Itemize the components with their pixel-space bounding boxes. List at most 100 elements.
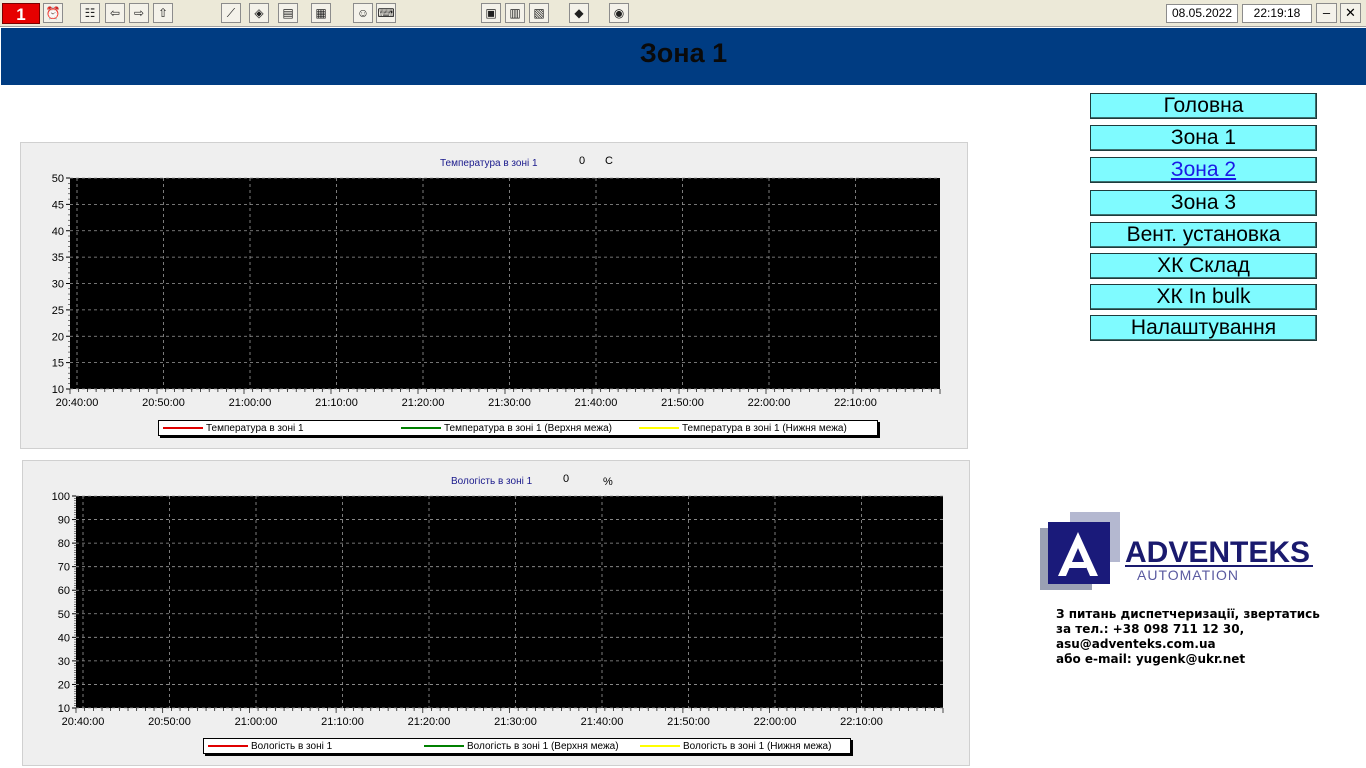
y-tick-label: 70	[58, 562, 70, 574]
arrow-left-icon[interactable]: ⇦	[105, 3, 125, 23]
humidity-chart-panel: Вологість в зоні 1 0 % 100 90 80 70 60 50 40 30…	[22, 460, 970, 766]
legend-swatch	[401, 427, 441, 430]
toolbar: 1 ⏰ ☷ ⇦ ⇨ ⇧ ⟋ ◈ ▤ ▦ ☺ ⌨ ▣ ▥ ▧ ◆ ◉ 08.05.…	[0, 0, 1366, 27]
nav-button-zone-3[interactable]: Зона 3	[1090, 190, 1317, 216]
legend-label: Вологість в зоні 1	[251, 741, 333, 752]
x-tick-label: 21:40:00	[581, 716, 624, 728]
arrow-up-icon[interactable]: ⇧	[153, 3, 173, 23]
nav-button-cold-storage[interactable]: ХК Склад	[1090, 253, 1317, 279]
book-icon[interactable]: ◉	[609, 3, 629, 23]
legend-swatch	[640, 745, 680, 748]
nav-button-settings[interactable]: Налаштування	[1090, 315, 1317, 341]
screen3-icon[interactable]: ▧	[529, 3, 549, 23]
minimize-button[interactable]: –	[1316, 3, 1337, 23]
logo-brand: ADVENTEKS	[1125, 536, 1310, 569]
legend-label: Температура в зоні 1 (Верхня межа)	[444, 423, 612, 434]
page-title: Зона 1	[639, 38, 728, 68]
x-tick-label: 21:00:00	[229, 397, 272, 409]
y-tick-label: 30	[52, 279, 64, 291]
adventeks-logo: ADVENTEKS AUTOMATION	[1040, 512, 1313, 590]
legend-label: Вологість в зоні 1 (Верхня межа)	[467, 741, 619, 752]
nav-button-ventilation[interactable]: Вент. установка	[1090, 222, 1317, 248]
legend-item: Вологість в зоні 1 (Нижня межа)	[640, 740, 831, 753]
y-tick-label: 35	[52, 252, 64, 264]
x-tick-label: 20:40:00	[56, 397, 99, 409]
x-tick-label: 22:10:00	[840, 716, 883, 728]
alarm-clock-icon[interactable]: ⏰	[43, 3, 63, 23]
y-tick-label: 20	[52, 331, 64, 343]
legend-swatch	[424, 745, 464, 748]
temperature-legend: Температура в зоні 1 Температура в зоні …	[158, 420, 878, 436]
temperature-chart-panel: Температура в зоні 1 0 C 50 45 40 35 30 25 20 1…	[20, 142, 968, 449]
x-tick-label: 20:40:00	[62, 716, 105, 728]
close-button[interactable]: ✕	[1340, 3, 1361, 23]
humidity-chart: 100 90 80 70 60 50 40 30 20 1020:40:00 20:50:00 21:…	[52, 491, 944, 728]
legend-label: Температура в зоні 1	[206, 423, 304, 434]
y-tick-label: 10	[52, 384, 64, 396]
y-tick-label: 20	[58, 679, 70, 691]
x-tick-label: 22:10:00	[834, 397, 877, 409]
x-tick-label: 22:00:00	[748, 397, 791, 409]
plot-area	[76, 496, 943, 708]
contact-line: asu@adventeks.com.ua	[1056, 637, 1216, 651]
keyboard-icon[interactable]: ⌨	[376, 3, 396, 23]
report-icon[interactable]: ▦	[311, 3, 331, 23]
legend-item: Вологість в зоні 1	[208, 740, 332, 753]
logo-tagline: AUTOMATION	[1137, 567, 1239, 583]
x-tick-label: 21:30:00	[494, 716, 537, 728]
legend-swatch	[639, 427, 679, 430]
legend-swatch	[163, 427, 203, 430]
y-tick-label: 100	[52, 491, 70, 503]
x-tick-label: 21:30:00	[488, 397, 531, 409]
y-tick-label: 90	[58, 515, 70, 527]
nav-button-zone-1[interactable]: Зона 1	[1090, 125, 1317, 151]
time-display: 22:19:18	[1242, 4, 1312, 23]
contact-info: З питань диспетчеризації, звертатись за …	[1056, 607, 1320, 667]
y-tick-label: 15	[52, 358, 64, 370]
humidity-legend: Вологість в зоні 1 Вологість в зоні 1 (В…	[203, 738, 851, 754]
legend-label: Температура в зоні 1 (Нижня межа)	[682, 423, 847, 434]
y-tick-label: 30	[58, 656, 70, 668]
header-bar: Зона 1	[1, 28, 1366, 85]
x-tick-label: 21:20:00	[402, 397, 445, 409]
contact-line: З питань диспетчеризації, звертатись	[1056, 607, 1320, 621]
x-tick-label: 20:50:00	[148, 716, 191, 728]
y-tick-label: 80	[58, 538, 70, 550]
x-tick-label: 22:00:00	[754, 716, 797, 728]
screen2-icon[interactable]: ▥	[505, 3, 525, 23]
y-tick-label: 60	[58, 585, 70, 597]
legend-item: Температура в зоні 1 (Верхня межа)	[401, 422, 612, 435]
y-tick-label: 50	[52, 173, 64, 185]
y-tick-label: 40	[58, 632, 70, 644]
x-tick-label: 21:40:00	[575, 397, 618, 409]
legend-item: Температура в зоні 1 (Нижня межа)	[639, 422, 847, 435]
legend-item: Вологість в зоні 1 (Верхня межа)	[424, 740, 619, 753]
date-display: 08.05.2022	[1166, 4, 1238, 23]
screen1-icon[interactable]: ▣	[481, 3, 501, 23]
nav-button-main[interactable]: Головна	[1090, 93, 1317, 119]
x-tick-label: 21:50:00	[661, 397, 704, 409]
eraser-icon[interactable]: ◆	[569, 3, 589, 23]
document-icon[interactable]: ▤	[278, 3, 298, 23]
contact-line: або e-mail: yugenk@ukr.net	[1056, 652, 1246, 666]
x-tick-label: 21:00:00	[235, 716, 278, 728]
x-tick-label: 21:50:00	[667, 716, 710, 728]
nav-button-zone-2[interactable]: Зона 2	[1090, 157, 1317, 183]
x-tick-label: 21:20:00	[408, 716, 451, 728]
contact-line: за тел.: +38 098 711 12 30,	[1056, 622, 1245, 636]
nav-button-in-bulk[interactable]: ХК In bulk	[1090, 284, 1317, 310]
y-tick-label: 10	[58, 703, 70, 715]
y-tick-label: 50	[58, 609, 70, 621]
trend-icon[interactable]: ⟋	[221, 3, 241, 23]
legend-label: Вологість в зоні 1 (Нижня межа)	[683, 741, 832, 752]
x-tick-label: 20:50:00	[142, 397, 185, 409]
users-icon[interactable]: ☺	[353, 3, 373, 23]
tree-icon[interactable]: ☷	[80, 3, 100, 23]
arrow-right-icon[interactable]: ⇨	[129, 3, 149, 23]
print-icon[interactable]: ◈	[249, 3, 269, 23]
y-tick-label: 45	[52, 199, 64, 211]
legend-item: Температура в зоні 1	[163, 422, 304, 435]
y-tick-label: 25	[52, 305, 64, 317]
temperature-chart: 50 45 40 35 30 25 20 15 1020:40:00 20:50:00 21:00:…	[52, 173, 941, 409]
x-tick-label: 21:10:00	[315, 397, 358, 409]
